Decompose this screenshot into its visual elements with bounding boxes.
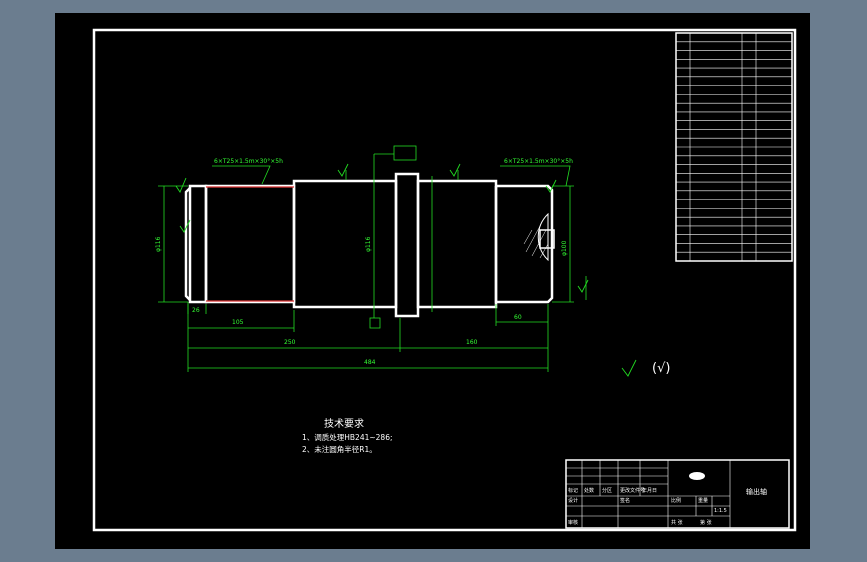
dim-484: 484	[364, 359, 376, 366]
tb-label-4: 设计	[568, 497, 578, 504]
scale-value: 1:1.5	[714, 508, 727, 514]
logo-blob	[689, 472, 705, 480]
dim-160: 160	[466, 339, 478, 346]
tb-label-0: 比例	[671, 497, 681, 504]
spline-note-right: 6×T25×1.5m×30°×5h	[504, 158, 573, 165]
dim-60: 60	[514, 314, 522, 321]
dim-dia-mid: φ116	[365, 236, 372, 252]
tb-label-5: 审核	[568, 519, 578, 526]
dim-250: 250	[284, 339, 296, 346]
dim-105: 105	[232, 319, 244, 326]
notes-item-2: 2、未注圆角半径R1。	[302, 444, 377, 454]
tb-label-6: 标记	[568, 487, 578, 494]
tb-label-3: 第 张	[700, 519, 712, 526]
spline-note-left: 6×T25×1.5m×30°×5h	[214, 158, 283, 165]
tb-label-7: 处数	[584, 487, 594, 494]
notes-heading: 技术要求	[324, 417, 364, 430]
dim-dia-right: φ100	[561, 240, 568, 256]
tb-label-1: 重量	[698, 497, 708, 504]
tb-label-10: 签名	[620, 497, 630, 504]
tb-label-2: 共 张	[671, 519, 683, 526]
dim-dia-left: φ116	[155, 236, 162, 252]
sheet-background	[55, 13, 810, 549]
tb-label-11: 年月日	[642, 487, 657, 494]
tb-label-8: 分区	[602, 487, 612, 494]
notes-item-1: 1、调质处理HB241~286;	[302, 432, 393, 442]
drawing-canvas: 105 250 160 484 60 26 φ116 φ116 φ100 6×T…	[55, 13, 810, 549]
part-name: 输出轴	[746, 487, 767, 496]
dim-26: 26	[192, 307, 200, 314]
roughness-note: (√)	[652, 361, 670, 376]
